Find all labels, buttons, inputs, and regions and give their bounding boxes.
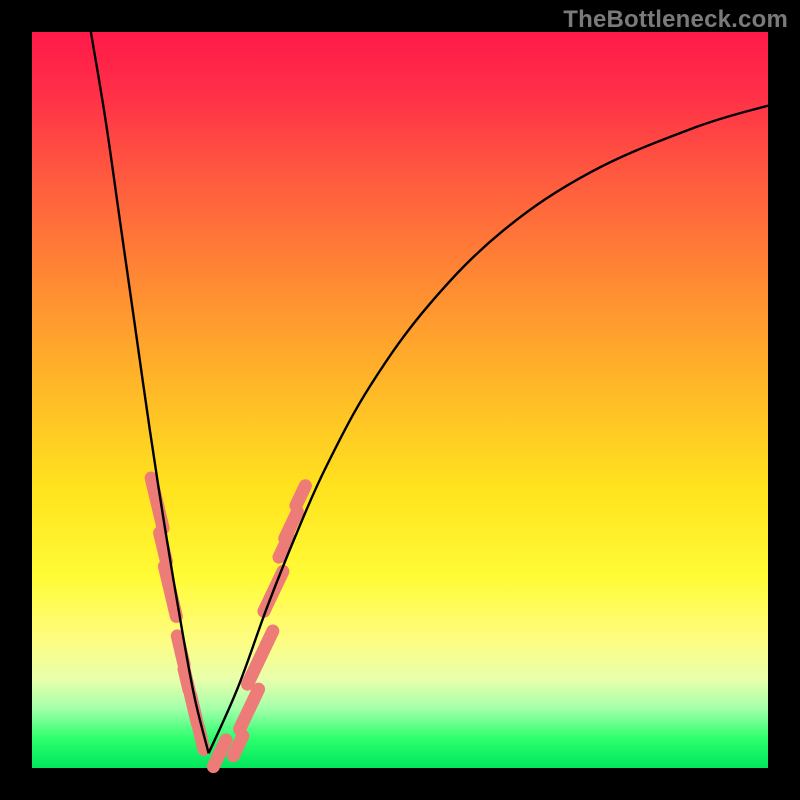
curve-marker	[233, 736, 242, 756]
chart-frame: TheBottleneck.com	[0, 0, 800, 800]
plot-area	[32, 32, 768, 768]
watermark-text: TheBottleneck.com	[563, 6, 788, 34]
curve-marker	[248, 631, 273, 684]
curve-left-branch	[91, 32, 209, 753]
chart-svg	[32, 32, 768, 768]
curve-right-branch	[209, 106, 768, 754]
curve-marker	[240, 689, 259, 729]
curve-marker	[296, 486, 305, 506]
curve-marker	[213, 740, 226, 767]
marker-layer	[151, 478, 305, 767]
